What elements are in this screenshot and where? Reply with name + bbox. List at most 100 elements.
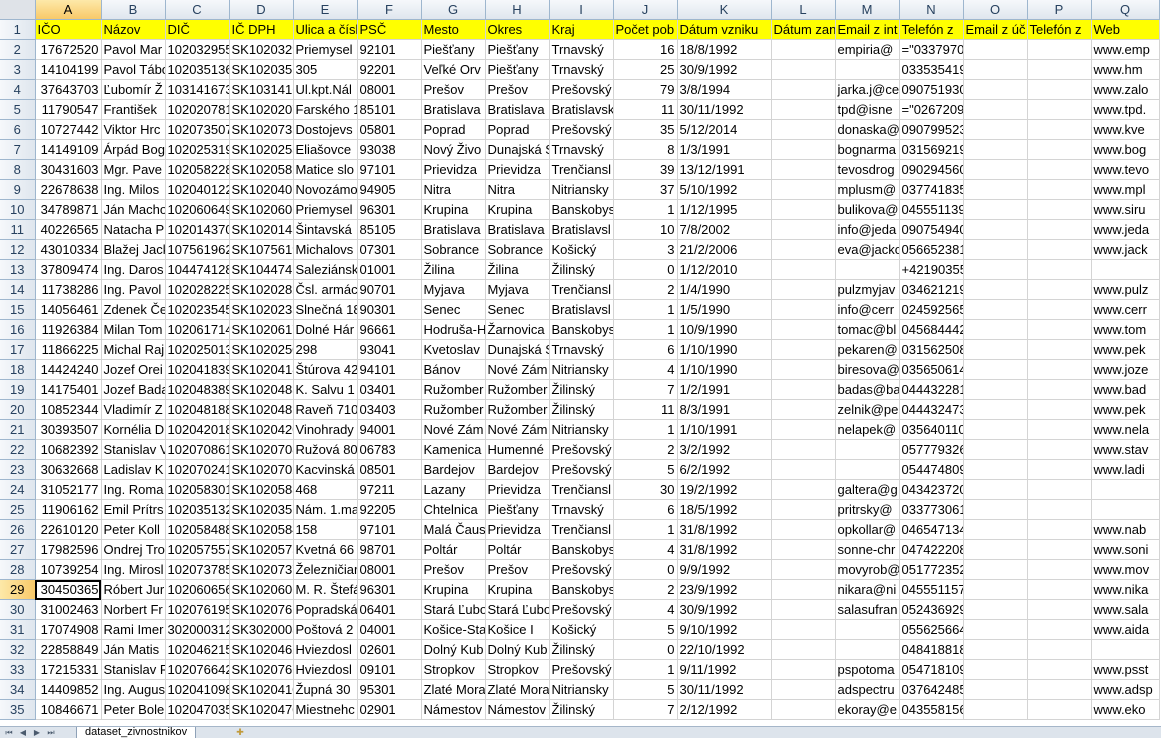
cell[interactable]: 104474128 bbox=[165, 259, 230, 280]
cell[interactable]: 05801 bbox=[357, 119, 422, 140]
cell[interactable]: 0337730611, 0337730612, 0337730613 bbox=[899, 499, 964, 520]
cell[interactable]: 102023545 bbox=[165, 299, 230, 320]
cell[interactable]: ekoray@e bbox=[835, 699, 900, 720]
cell[interactable]: 6/2/1992 bbox=[677, 459, 772, 480]
cell[interactable]: jarka.j@ce bbox=[835, 79, 900, 100]
cell[interactable]: Nitriansky bbox=[549, 179, 614, 200]
cell[interactable] bbox=[835, 439, 900, 460]
cell[interactable]: 14149109 bbox=[35, 139, 102, 160]
cell[interactable] bbox=[1027, 459, 1092, 480]
cell[interactable]: Sobrance bbox=[421, 239, 486, 260]
spreadsheet-grid[interactable]: ABCDEFGHIJKLMNOPQ 1 IČO Názov DIČ IČ DPH Ulic… bbox=[0, 0, 1161, 726]
cell[interactable]: 01001 bbox=[357, 259, 422, 280]
cell[interactable]: SK1020575 bbox=[229, 539, 294, 560]
cell[interactable]: 11738286 bbox=[35, 279, 102, 300]
cell[interactable]: Sobrance bbox=[485, 239, 550, 260]
cell[interactable]: Pavol Tábo bbox=[101, 59, 166, 80]
cell[interactable]: 2 bbox=[613, 439, 678, 460]
cell[interactable]: 1/3/1991 bbox=[677, 139, 772, 160]
cell[interactable]: 10846671 bbox=[35, 699, 102, 720]
cell[interactable]: 35 bbox=[613, 119, 678, 140]
cell[interactable]: 298 bbox=[293, 339, 358, 360]
cell[interactable]: Dolné Hár bbox=[293, 319, 358, 340]
cell[interactable]: pspotoma bbox=[835, 659, 900, 680]
cell[interactable]: www.eko bbox=[1091, 699, 1160, 720]
cell[interactable]: 31052177 bbox=[35, 479, 102, 500]
row-header[interactable]: 29 bbox=[0, 579, 36, 600]
cell[interactable] bbox=[1027, 599, 1092, 620]
cell[interactable]: Banskobys bbox=[549, 199, 614, 220]
cell[interactable] bbox=[771, 599, 836, 620]
cell[interactable]: 1/12/1995 bbox=[677, 199, 772, 220]
cell[interactable]: 14104199 bbox=[35, 59, 102, 80]
cell[interactable]: 102028225 bbox=[165, 279, 230, 300]
cell[interactable] bbox=[1027, 639, 1092, 660]
cell[interactable]: www.jack bbox=[1091, 239, 1160, 260]
row-header[interactable]: 31 bbox=[0, 619, 36, 640]
cell[interactable]: Prešovský bbox=[549, 599, 614, 620]
cell[interactable]: SK1020766 bbox=[229, 659, 294, 680]
cell[interactable]: 30 bbox=[613, 479, 678, 500]
cell[interactable]: Milan Tom bbox=[101, 319, 166, 340]
cell[interactable]: Bardejov bbox=[421, 459, 486, 480]
cell[interactable]: 302000312 bbox=[165, 619, 230, 640]
cell[interactable]: Humenné bbox=[485, 439, 550, 460]
cell[interactable]: 102042018 bbox=[165, 419, 230, 440]
row-header[interactable]: 1 bbox=[0, 19, 36, 40]
row-header[interactable]: 9 bbox=[0, 179, 36, 200]
cell[interactable]: SK1020143 bbox=[229, 219, 294, 240]
cell[interactable]: SK1020410 bbox=[229, 679, 294, 700]
cell[interactable]: Kamenica bbox=[421, 439, 486, 460]
cell[interactable]: 468 bbox=[293, 479, 358, 500]
cell[interactable]: 0566523818, +420734412733, +4 bbox=[899, 239, 964, 260]
cell[interactable]: 0902945601, 0902945600, 09029 bbox=[899, 159, 964, 180]
cell[interactable]: SK1020250 bbox=[229, 339, 294, 360]
cell[interactable] bbox=[1027, 579, 1092, 600]
cell[interactable] bbox=[1027, 659, 1092, 680]
cell[interactable]: Priemysel bbox=[293, 199, 358, 220]
cell[interactable]: 1 bbox=[613, 659, 678, 680]
cell[interactable]: 102041098 bbox=[165, 679, 230, 700]
cell[interactable]: zelnik@pe bbox=[835, 399, 900, 420]
cell[interactable]: Vinohrady bbox=[293, 419, 358, 440]
cell[interactable]: 102047035 bbox=[165, 699, 230, 720]
cell[interactable]: 1 bbox=[613, 299, 678, 320]
cell[interactable]: Rami Imer bbox=[101, 619, 166, 640]
cell[interactable]: M. R. Štefá bbox=[293, 579, 358, 600]
row-header[interactable]: 26 bbox=[0, 519, 36, 540]
cell[interactable]: empiria@ bbox=[835, 39, 900, 60]
cell[interactable] bbox=[963, 619, 1028, 640]
cell[interactable]: www.joze bbox=[1091, 359, 1160, 380]
cell[interactable] bbox=[771, 279, 836, 300]
cell[interactable]: 11866225 bbox=[35, 339, 102, 360]
cell[interactable]: Ing. Roma bbox=[101, 479, 166, 500]
cell[interactable]: Chtelnica bbox=[421, 499, 486, 520]
cell[interactable]: nelapek@ bbox=[835, 419, 900, 440]
cell[interactable]: 2 bbox=[613, 279, 678, 300]
cell[interactable]: 90301 bbox=[357, 299, 422, 320]
cell[interactable]: www.emp bbox=[1091, 39, 1160, 60]
cell[interactable] bbox=[771, 159, 836, 180]
cell[interactable]: SK1031416 bbox=[229, 79, 294, 100]
cell[interactable]: 0376424851, 0376424555, +4219 bbox=[899, 679, 964, 700]
cell[interactable]: 0245925650, 0432388682hotel bbox=[899, 299, 964, 320]
cell[interactable] bbox=[771, 559, 836, 580]
cell[interactable] bbox=[771, 439, 836, 460]
cell[interactable] bbox=[1027, 499, 1092, 520]
cell[interactable]: Nitriansky bbox=[549, 419, 614, 440]
cell[interactable]: 1/5/1990 bbox=[677, 299, 772, 320]
cell[interactable]: SK1020737 bbox=[229, 559, 294, 580]
cell[interactable]: 1/2/1991 bbox=[677, 379, 772, 400]
cell[interactable]: 37 bbox=[613, 179, 678, 200]
cell[interactable] bbox=[1027, 139, 1092, 160]
cell[interactable]: www.psst bbox=[1091, 659, 1160, 680]
row-header[interactable]: 3 bbox=[0, 59, 36, 80]
cell[interactable]: www.pulz bbox=[1091, 279, 1160, 300]
row-header[interactable]: 2 bbox=[0, 39, 36, 60]
cell[interactable] bbox=[771, 119, 836, 140]
cell[interactable]: Nitriansky bbox=[549, 359, 614, 380]
cell[interactable]: Ľubomír Ž bbox=[101, 79, 166, 100]
cell[interactable] bbox=[963, 99, 1028, 120]
cell[interactable]: Stará Ľubo bbox=[421, 599, 486, 620]
cell[interactable]: 102060656 bbox=[165, 579, 230, 600]
